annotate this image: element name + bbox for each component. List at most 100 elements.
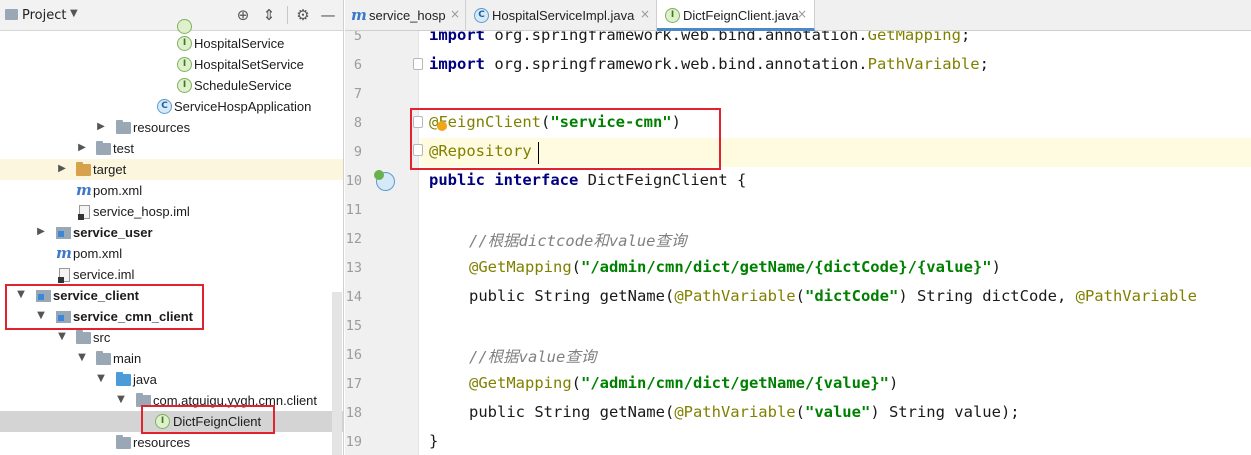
tree-item-label: service_cmn_client [73, 309, 193, 324]
code-line-8[interactable]: @FeignClient("service-cmn") [429, 113, 681, 131]
tab-service-hosp[interactable]: m service_hosp × [345, 0, 466, 31]
line-number: 8 [353, 115, 362, 131]
line-number: 6 [353, 57, 362, 73]
code-line-18[interactable]: public String getName(@PathVariable("val… [469, 403, 1020, 421]
tree-item-pom-root[interactable]: m pom.xml [0, 243, 343, 264]
line-number: 17 [345, 376, 362, 392]
annotation-name: @PathVariable [674, 287, 796, 305]
repository-annotation: @Repository [429, 142, 532, 160]
code-text: ) [991, 258, 1001, 276]
intention-bulb-icon[interactable] [437, 121, 447, 131]
spring-bean-gutter-icon[interactable] [374, 170, 384, 180]
line-number: 10 [345, 173, 362, 189]
expand-arrow-icon[interactable]: ▶ [56, 163, 68, 175]
close-icon[interactable]: × [640, 7, 650, 21]
tree-item-package[interactable]: ▼ com.atguigu.yygh.cmn.client [0, 390, 343, 411]
annotation-name: @GetMapping [469, 258, 572, 276]
code-text: ; [979, 55, 989, 73]
keyword: interface [494, 171, 579, 189]
maven-icon: m [56, 244, 72, 262]
tree-item-scheduleservice[interactable]: I ScheduleService [0, 75, 343, 96]
code-line-12[interactable]: //根据dictcode和value查询 [469, 229, 686, 251]
code-line-19[interactable]: } [429, 432, 438, 450]
code-text: org.springframework.web.bind.annotation. [485, 31, 868, 44]
tree-scrollbar[interactable] [332, 292, 342, 455]
fold-marker-icon[interactable] [413, 116, 423, 128]
tree-item-label: com.atguigu.yygh.cmn.client [153, 393, 318, 408]
class-icon: C [157, 99, 172, 114]
tab-label: DictFeignClient.java [683, 8, 799, 23]
code-text: ) [888, 374, 899, 392]
tree-item-main[interactable]: ▼ main [0, 348, 343, 369]
fold-marker-icon[interactable] [413, 58, 423, 70]
line-number: 15 [345, 318, 362, 334]
tab-label: service_hosp [369, 8, 446, 23]
tab-label: HospitalServiceImpl.java [492, 8, 635, 23]
code-line-9[interactable]: @Repository [429, 142, 532, 160]
expand-arrow-icon[interactable]: ▼ [15, 289, 27, 301]
code-comment: //根据value查询 [469, 348, 597, 366]
expand-arrow-icon[interactable]: ▼ [35, 310, 47, 322]
tree-item-java[interactable]: ▼ java [0, 369, 343, 390]
expand-arrow-icon[interactable]: ▶ [35, 226, 47, 238]
code-line-10[interactable]: public interface DictFeignClient { [429, 171, 746, 189]
tree-item-label: java [133, 372, 157, 387]
code-text: public String getName( [469, 287, 675, 305]
tree-item-servicehospapplication[interactable]: C ServiceHospApplication [0, 96, 343, 117]
code-line-16[interactable]: //根据value查询 [469, 345, 596, 367]
maven-icon: m [351, 6, 367, 24]
line-number-gutter: 5 6 7 8 9 10 11 12 13 14 15 16 17 18 19 [345, 31, 419, 455]
expand-arrow-icon[interactable]: ▼ [115, 394, 127, 406]
tree-item-test[interactable]: ▶ test [0, 138, 343, 159]
expand-arrow-icon[interactable]: ▼ [95, 373, 107, 385]
tree-item-label: service_hosp.iml [93, 204, 190, 219]
code-comment: //根据dictcode和value查询 [469, 232, 687, 250]
current-line-highlight [420, 138, 1251, 167]
tree-item-resources[interactable]: ▶ resources [0, 117, 343, 138]
code-text: ) [671, 113, 681, 131]
code-line-6[interactable]: import org.springframework.web.bind.anno… [429, 55, 989, 73]
code-text: ( [571, 374, 581, 392]
tree-item-label: ScheduleService [194, 78, 292, 93]
code-text: org.springframework.web.bind.annotation. [485, 55, 868, 73]
tree-item-service-cmn-client[interactable]: ▼ service_cmn_client [0, 306, 343, 327]
tree-item-pom[interactable]: m pom.xml [0, 180, 343, 201]
package-icon [136, 393, 151, 407]
line-number: 13 [345, 260, 362, 276]
project-tool-window: Project ▼ ⊕ ⇕ ⚙ — I HospitalService I Ho… [0, 0, 344, 455]
code-text: ) String value); [870, 403, 1020, 421]
interface-icon [177, 19, 192, 34]
close-icon[interactable]: × [450, 7, 460, 21]
tree-item-label: pom.xml [73, 246, 123, 261]
tab-dictfeignclient[interactable]: I DictFeignClient.java × [657, 0, 815, 31]
tree-item-service-client[interactable]: ▼ service_client [0, 285, 343, 306]
code-line-13[interactable]: @GetMapping("/admin/cmn/dict/getName/{di… [469, 258, 1001, 276]
folder-icon [76, 330, 91, 344]
code-line-14[interactable]: public String getName(@PathVariable("dic… [469, 287, 1197, 305]
fold-marker-icon[interactable] [413, 144, 423, 156]
interface-icon: I [155, 414, 170, 429]
source-folder-icon [116, 372, 131, 386]
tree-item-hospitalservice[interactable]: I HospitalService [0, 33, 343, 54]
tree-item-dictfeignclient[interactable]: I DictFeignClient [0, 411, 343, 432]
tree-item-service-hosp-iml[interactable]: service_hosp.iml [0, 201, 343, 222]
tree-item-target[interactable]: ▶ target [0, 159, 343, 180]
close-icon[interactable]: × [797, 7, 807, 21]
folder-icon [96, 141, 111, 155]
tree-item-resources-2[interactable]: resources [0, 432, 343, 453]
expand-arrow-icon[interactable]: ▼ [56, 331, 68, 343]
expand-arrow-icon[interactable]: ▶ [95, 121, 107, 133]
code-line-17[interactable]: @GetMapping("/admin/cmn/dict/getName/{va… [469, 374, 898, 392]
line-number: 14 [345, 289, 362, 305]
tab-hospitalserviceimpl[interactable]: C HospitalServiceImpl.java × [466, 0, 657, 31]
code-line-5[interactable]: import org.springframework.web.bind.anno… [429, 31, 970, 44]
tree-item-hospitalsetservice[interactable]: I HospitalSetService [0, 54, 343, 75]
tree-item-src[interactable]: ▼ src [0, 327, 343, 348]
code-text: ) String dictCode, [898, 287, 1076, 305]
tree-item-service-user[interactable]: ▶ service_user [0, 222, 343, 243]
expand-arrow-icon[interactable]: ▼ [76, 352, 88, 364]
annotation-name: @PathVariable [674, 403, 796, 421]
expand-arrow-icon[interactable]: ▶ [76, 142, 88, 154]
code-editor[interactable]: 5 6 7 8 9 10 11 12 13 14 15 16 17 18 19 … [345, 31, 1251, 455]
tree-item-service-iml[interactable]: service.iml [0, 264, 343, 285]
